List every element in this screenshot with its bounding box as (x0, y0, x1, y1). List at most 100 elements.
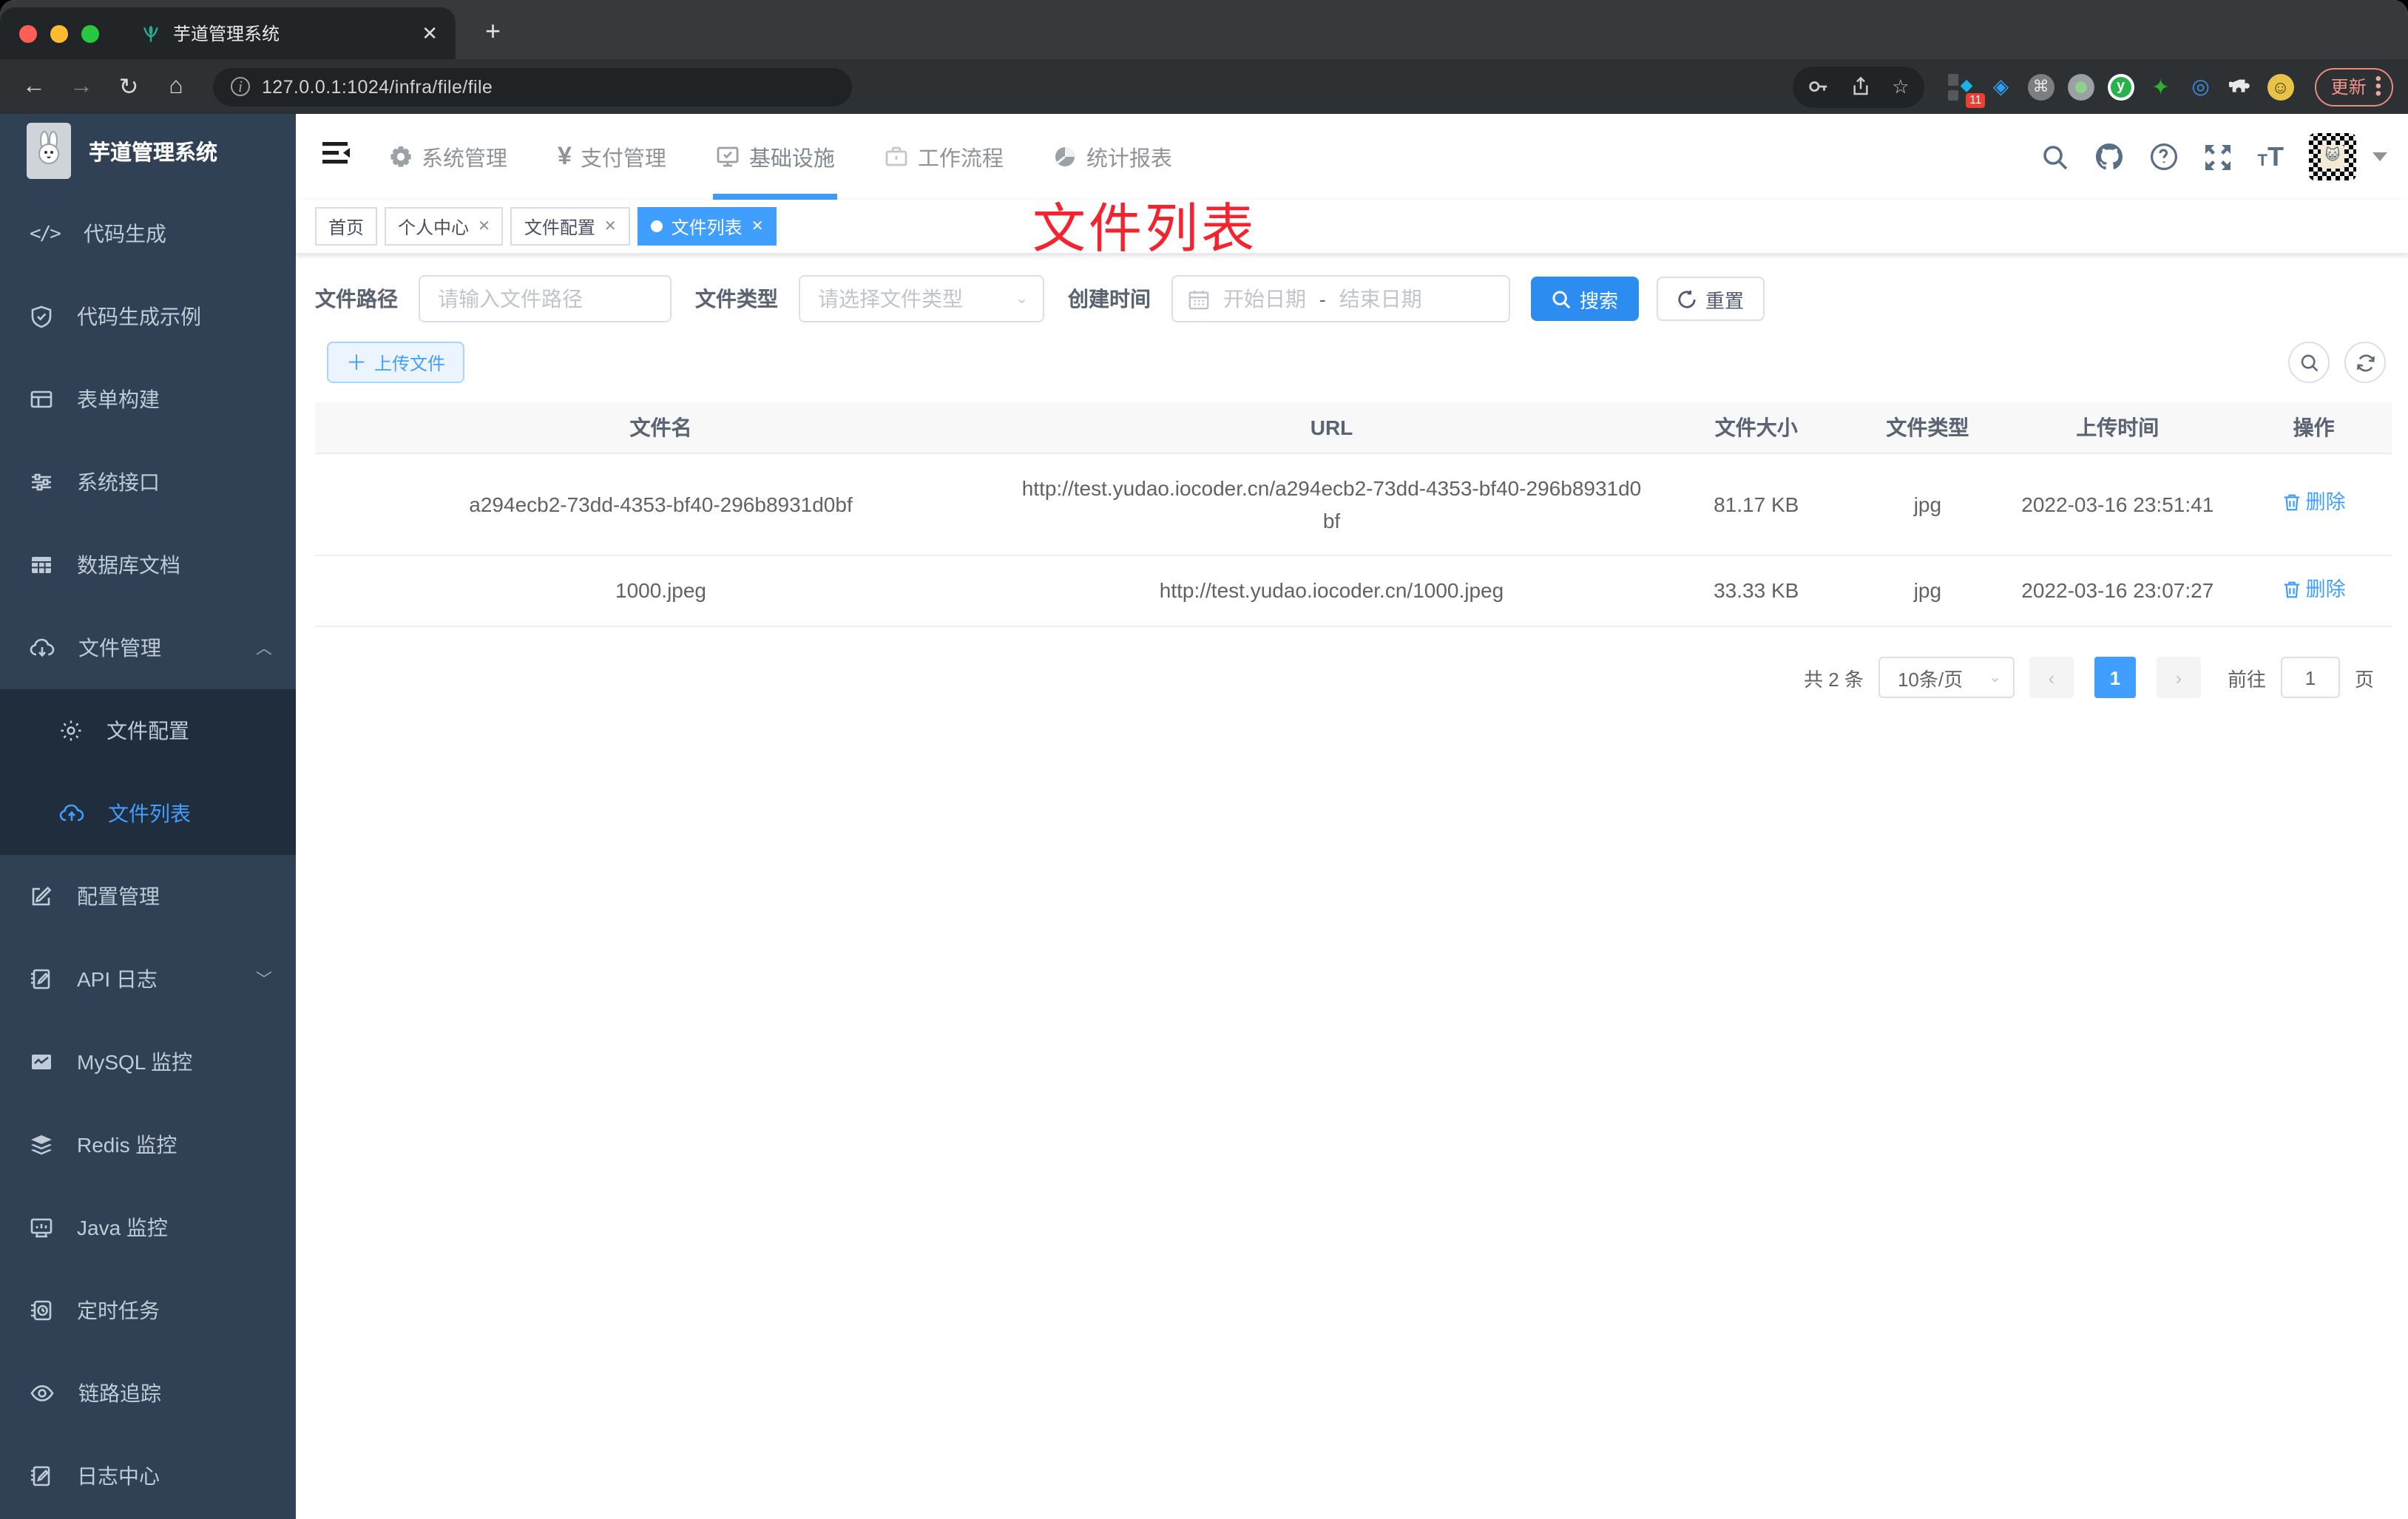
next-page-button[interactable]: › (2156, 657, 2201, 698)
prev-page-button[interactable]: ‹ (2029, 657, 2074, 698)
table-row: a294ecb2-73dd-4353-bf40-296b8931d0bf htt… (315, 453, 2392, 555)
sidebar-item-code-gen[interactable]: </> 代码生成 (0, 192, 296, 275)
home-icon[interactable]: ⌂ (157, 73, 195, 100)
bookmark-star-icon[interactable]: ☆ (1892, 75, 1909, 98)
upload-file-button[interactable]: ＋ 上传文件 (327, 342, 465, 383)
top-menu-pay[interactable]: ¥ 支付管理 (558, 114, 666, 200)
tag-close-icon[interactable]: ✕ (478, 218, 490, 234)
help-icon[interactable] (2150, 142, 2179, 172)
sidebar-item-db-doc[interactable]: 数据库文档 (0, 524, 296, 606)
ext-pinned-icon[interactable]: ◆ 11 (1947, 73, 1985, 107)
close-window-button[interactable] (19, 24, 37, 42)
top-navbar: 系统管理 ¥ 支付管理 基础设施 工作流程 统计报表 TT 😺 (296, 114, 2408, 200)
minimize-window-button[interactable] (50, 24, 68, 42)
top-menu-workflow[interactable]: 工作流程 (885, 114, 1004, 200)
reload-icon[interactable]: ↻ (109, 72, 148, 101)
ext-emoji-icon[interactable]: ☺ (2267, 73, 2294, 100)
forward-icon[interactable]: → (62, 73, 101, 100)
sidebar-item-system-api[interactable]: 系统接口 (0, 441, 296, 524)
sidebar-item-api-log[interactable]: API 日志 ﹀ (0, 938, 296, 1021)
sidebar-item-file-management[interactable]: 文件管理 ︿ (0, 606, 296, 689)
file-type-select[interactable]: 请选择文件类型 ⌄ (799, 275, 1044, 322)
browser-tabstrip: 芋道管理系统 ✕ + (0, 0, 2408, 59)
browser-tab[interactable]: 芋道管理系统 ✕ (120, 7, 456, 59)
ext-command-icon[interactable]: ⌘ (2027, 73, 2054, 100)
tag-close-icon[interactable]: ✕ (751, 218, 764, 234)
tag-label: 个人中心 (398, 217, 470, 237)
new-tab-button[interactable]: + (485, 18, 501, 44)
browser-update-button[interactable]: 更新 • • • (2314, 67, 2393, 106)
sidebar-item-label: 文件列表 (108, 802, 191, 825)
toggle-search-button[interactable] (2288, 342, 2330, 383)
tag-file-list[interactable]: 文件列表 ✕ (637, 207, 777, 246)
zoom-window-button[interactable] (81, 24, 99, 42)
edit-square-icon (32, 886, 52, 906)
sliders-icon (32, 473, 51, 491)
page-1-button[interactable]: 1 (2094, 657, 2136, 698)
sidebar-item-config-management[interactable]: 配置管理 (0, 855, 296, 938)
ext-dot-icon[interactable] (2067, 73, 2094, 100)
refresh-icon (2355, 353, 2375, 371)
avatar[interactable] (2309, 133, 2356, 180)
sidebar-item-file-config[interactable]: 文件配置 (0, 689, 296, 772)
top-menu-system[interactable]: 系统管理 (389, 114, 507, 200)
refresh-table-button[interactable] (2344, 342, 2386, 383)
back-icon[interactable]: ← (15, 73, 53, 100)
site-info-icon[interactable]: i (231, 77, 250, 96)
tab-close-icon[interactable]: ✕ (413, 21, 456, 45)
tag-home[interactable]: 首页 (315, 207, 378, 246)
delete-button[interactable]: 删除 (2282, 573, 2346, 606)
sidebar-item-code-demo[interactable]: 代码生成示例 (0, 275, 296, 358)
file-type-placeholder: 请选择文件类型 (818, 287, 963, 311)
share-icon[interactable] (1850, 75, 1871, 98)
sidebar-item-label: 日志中心 (77, 1464, 160, 1488)
address-bar[interactable]: i 127.0.0.1:1024/infra/file/file (213, 67, 852, 106)
sidebar-item-scheduled-tasks[interactable]: 定时任务 (0, 1269, 296, 1352)
tag-label: 文件配置 (524, 217, 595, 237)
password-key-icon[interactable] (1807, 75, 1830, 98)
reset-button[interactable]: 重置 (1657, 277, 1765, 321)
delete-button[interactable]: 删除 (2282, 487, 2346, 519)
sidebar-collapse-icon[interactable] (311, 141, 362, 173)
search-button[interactable]: 搜索 (1531, 277, 1640, 321)
sidebar-item-log-center[interactable]: 日志中心 (0, 1435, 296, 1518)
top-menu-label: 统计报表 (1086, 147, 1172, 171)
sidebar-item-mysql-monitor[interactable]: MySQL 监控 (0, 1021, 296, 1103)
tag-close-icon[interactable]: ✕ (604, 218, 617, 234)
sidebar-item-redis-monitor[interactable]: Redis 监控 (0, 1103, 296, 1186)
fullscreen-icon[interactable] (2205, 143, 2233, 171)
avatar-caret-icon[interactable] (2373, 152, 2387, 161)
ext-gem-icon[interactable]: ◈ (1988, 73, 2015, 100)
search-icon[interactable] (2042, 143, 2070, 171)
pagination-total: 共 2 条 (1804, 668, 1864, 690)
sidebar-item-file-list[interactable]: 文件列表 (0, 772, 296, 855)
page-size-select[interactable]: 10条/页 ⌄ (1878, 657, 2015, 698)
ext-y-icon[interactable]: y (2107, 73, 2134, 100)
font-size-icon[interactable]: TT (2258, 141, 2284, 172)
ext-swirl-icon[interactable]: ◎ (2188, 73, 2214, 100)
sidebar-item-java-monitor[interactable]: Java 监控 (0, 1186, 296, 1269)
top-menu-label: 工作流程 (917, 147, 1004, 171)
file-type-label: 文件类型 (695, 287, 778, 311)
browser-menu-icon[interactable]: • • • (2375, 70, 2381, 102)
sidebar-item-trace[interactable]: 链路追踪 (0, 1352, 296, 1435)
date-start-placeholder[interactable]: 开始日期 (1223, 284, 1306, 314)
table-toolbar: ＋ 上传文件 (315, 342, 2392, 383)
ext-star-icon[interactable]: ✦ (2148, 73, 2174, 100)
toolbar-actions: ☆ (1793, 66, 1924, 107)
ext-puzzle-icon[interactable] (2228, 73, 2254, 100)
date-end-placeholder[interactable]: 结束日期 (1339, 284, 1422, 314)
goto-page-input[interactable] (2280, 657, 2340, 698)
sidebar-item-label: 系统接口 (77, 470, 160, 494)
sidebar-item-form-builder[interactable]: 表单构建 (0, 358, 296, 441)
sidebar-logo-row[interactable]: 芋道管理系统 (0, 114, 296, 188)
github-icon[interactable] (2095, 142, 2125, 172)
traffic-lights (0, 24, 120, 42)
date-range-picker[interactable]: 开始日期 - 结束日期 (1171, 275, 1510, 322)
tag-file-config[interactable]: 文件配置 ✕ (510, 207, 630, 246)
create-time-label: 创建时间 (1068, 287, 1151, 311)
extensions-row: ◆ 11 ◈ ⌘ y ✦ ◎ ☺ (1947, 73, 2294, 107)
file-path-input[interactable] (420, 277, 670, 321)
top-menu-infra[interactable]: 基础设施 (713, 114, 838, 200)
tag-profile[interactable]: 个人中心 ✕ (385, 207, 504, 246)
